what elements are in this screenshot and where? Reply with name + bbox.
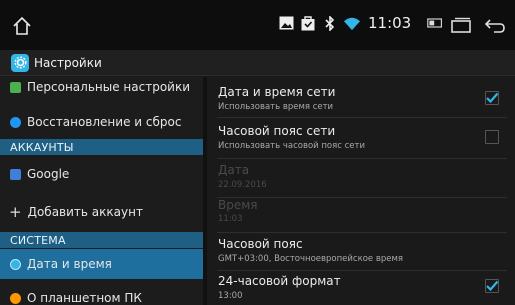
battery-icon: [427, 15, 443, 31]
accounts-header: АККАУНТЫ: [0, 139, 203, 155]
sidebar-item-personal[interactable]: Персональные настройки: [0, 77, 203, 97]
setting-subtitle: Использовать часовой пояс сети: [218, 141, 365, 151]
clock-icon: [10, 258, 21, 270]
status-time: 11:03: [368, 14, 412, 32]
settings-sidebar: Персональные настройки Восстановление и …: [0, 77, 203, 305]
sidebar-item-label: Google: [27, 167, 70, 181]
app-title: Настройки: [34, 55, 102, 70]
sidebar-item-label: Дата и время: [27, 257, 112, 271]
backup-reset-icon: [10, 116, 21, 128]
status-bar: 11:03: [0, 0, 515, 50]
datetime-settings: Дата и время сети Использовать время сет…: [207, 77, 515, 305]
plus-icon: +: [9, 203, 22, 221]
setting-title: Дата и время сети: [218, 85, 336, 99]
sidebar-item-label: Восстановление и сброс: [27, 115, 182, 129]
action-bar: Настройки: [0, 50, 515, 76]
sidebar-item-label: Персональные настройки: [27, 80, 191, 94]
sidebar-item-datetime[interactable]: Дата и время: [0, 249, 203, 279]
wifi-icon: [344, 15, 360, 31]
back-icon[interactable]: [484, 17, 506, 33]
network-datetime-checkbox[interactable]: [485, 91, 499, 105]
setting-timezone[interactable]: Часовой пояс GMT+03:00, Восточноевропейс…: [207, 233, 515, 271]
24h-format-checkbox[interactable]: [485, 279, 499, 293]
settings-app-icon: [11, 53, 29, 72]
network-timezone-checkbox[interactable]: [485, 130, 499, 144]
setting-subtitle: Использовать время сети: [218, 102, 334, 112]
home-icon[interactable]: [12, 16, 32, 36]
sidebar-item-about[interactable]: О планшетном ПК: [0, 287, 203, 305]
sidebar-item-backup-reset[interactable]: Восстановление и сброс: [0, 111, 203, 133]
sidebar-item-add-account[interactable]: + Добавить аккаунт: [0, 201, 203, 223]
setting-network-datetime[interactable]: Дата и время сети Использовать время сет…: [207, 77, 515, 117]
sidebar-item-label: О планшетном ПК: [27, 291, 142, 305]
setting-title: Часовой пояс сети: [218, 124, 336, 138]
setting-title: Время: [218, 198, 258, 212]
info-icon: [10, 292, 21, 304]
image-icon: [278, 15, 294, 31]
setting-subtitle: GMT+03:00, Восточноевропейское время: [218, 254, 404, 264]
personal-settings-icon: [10, 81, 21, 93]
google-icon: [10, 168, 21, 180]
setting-title: Часовой пояс: [218, 237, 303, 251]
setting-title: 24-часовой формат: [218, 274, 341, 288]
bag-icon: [300, 15, 316, 31]
setting-24h-format[interactable]: 24-часовой формат 13:00: [207, 271, 515, 305]
setting-subtitle: 11:03: [218, 214, 243, 224]
setting-subtitle: 13:00: [218, 291, 243, 301]
status-icons: 11:03: [278, 14, 443, 32]
sidebar-item-label: Добавить аккаунт: [27, 205, 143, 219]
setting-subtitle: 22.09.2016: [218, 180, 267, 190]
setting-time: Время 11:03: [207, 198, 515, 234]
setting-title: Дата: [218, 163, 250, 177]
setting-date: Дата 22.09.2016: [207, 159, 515, 197]
bluetooth-icon: [322, 15, 338, 31]
sidebar-item-google[interactable]: Google: [0, 163, 203, 185]
setting-network-timezone[interactable]: Часовой пояс сети Использовать часовой п…: [207, 118, 515, 158]
system-header: СИСТЕМА: [0, 232, 203, 248]
window-icon[interactable]: [450, 17, 472, 33]
